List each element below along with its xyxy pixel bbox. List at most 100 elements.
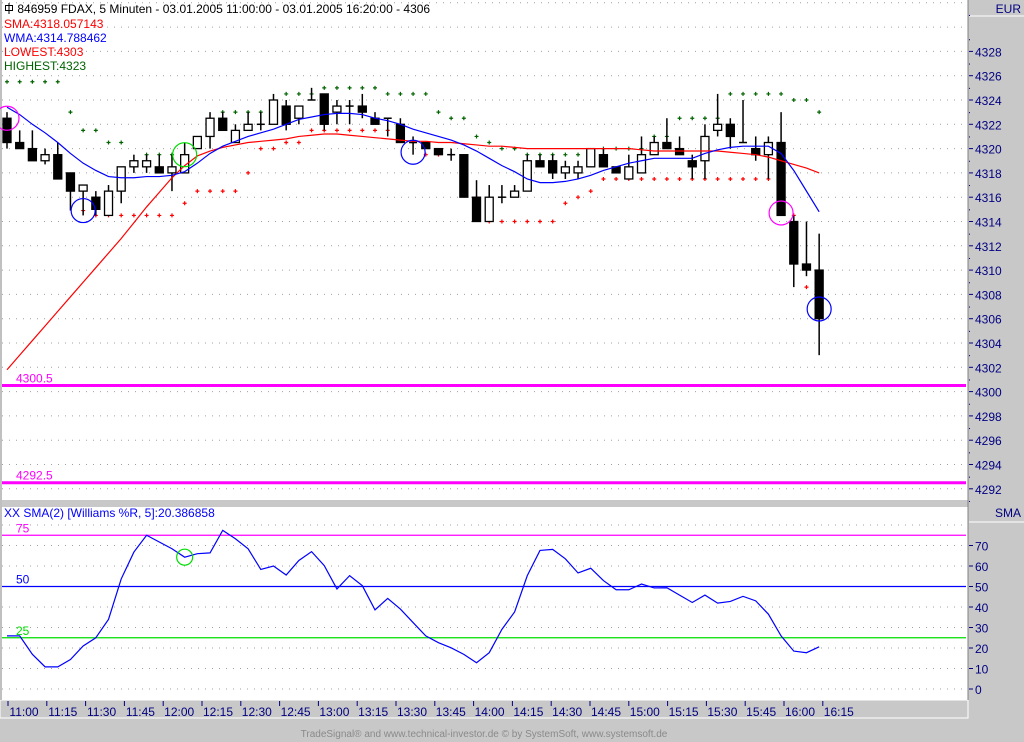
price-panel <box>0 0 968 500</box>
candle-bullish <box>332 105 342 113</box>
candle-bearish <box>357 105 367 113</box>
highest-legend: HIGHEST:4323 <box>4 59 87 73</box>
candle-bullish <box>712 123 723 132</box>
price-tick-label: 4298 <box>975 410 1002 424</box>
candle-bearish <box>789 220 799 265</box>
candle-bearish <box>471 196 482 223</box>
time-tick-label: 14:45 <box>591 705 621 719</box>
price-tick-label: 4306 <box>975 313 1002 327</box>
price-minor-tick <box>969 452 970 454</box>
price-tick-label: 4316 <box>975 191 1002 205</box>
time-tick-label: 11:30 <box>87 705 116 719</box>
candle-bearish <box>433 147 444 156</box>
indicator-level-label: 75 <box>16 521 30 535</box>
time-tick-label: 12:45 <box>281 705 311 719</box>
candle-bearish <box>319 93 329 125</box>
candle-bullish <box>636 154 647 174</box>
price-minor-tick <box>969 136 970 138</box>
candle-bearish <box>801 263 812 271</box>
price-tick-label: 4308 <box>975 288 1002 302</box>
candle-bearish <box>65 172 76 192</box>
indicator-legend: XX SMA(2) [Williams %R, 5]:20.386858 <box>4 506 215 520</box>
candle-bullish <box>484 196 494 223</box>
price-minor-tick <box>969 112 970 114</box>
time-tick-label: 12:00 <box>164 705 194 719</box>
price-minor-tick <box>969 428 970 430</box>
indicator-level-label: 50 <box>16 573 30 587</box>
candle-bearish <box>53 154 63 180</box>
price-minor-tick <box>969 185 970 187</box>
candle-bullish <box>586 147 596 168</box>
price-tick-label: 4294 <box>975 459 1002 473</box>
candle-bearish <box>751 147 761 156</box>
price-minor-tick <box>969 355 970 357</box>
indicator-tick-label: 20 <box>975 642 989 656</box>
price-minor-tick <box>969 39 970 41</box>
price-minor-tick <box>969 500 970 502</box>
time-tick-label: 13:15 <box>358 705 388 719</box>
candle-bullish <box>763 141 774 156</box>
indicator-tick-label: 10 <box>975 663 989 677</box>
indicator-tick-label: 0 <box>975 683 982 697</box>
price-tick-label: 4326 <box>975 70 1002 84</box>
candle-bearish <box>548 160 558 174</box>
crosshair-icon <box>5 3 13 14</box>
price-tick-label: 4328 <box>975 45 1002 59</box>
candle-bullish <box>649 141 659 156</box>
candle-bearish <box>27 147 38 162</box>
price-minor-tick <box>969 476 970 478</box>
time-tick-label: 12:15 <box>203 705 233 719</box>
price-tick-label: 4320 <box>975 143 1002 157</box>
price-minor-tick <box>969 379 970 381</box>
price-level-label: 4292.5 <box>16 469 53 483</box>
candle-bullish <box>243 123 253 132</box>
chart-title-text: 846959 FDAX, 5 Minuten - 03.01.2005 11:0… <box>17 2 431 16</box>
time-tick-label: 15:15 <box>669 705 699 719</box>
candle-bearish <box>814 269 824 320</box>
candle-bearish <box>459 154 469 198</box>
indicator-tick-label: 40 <box>975 601 989 615</box>
price-tick-label: 4310 <box>975 264 1002 278</box>
candle-bullish <box>205 117 215 138</box>
candle-bullish <box>167 166 177 174</box>
price-tick-label: 4318 <box>975 167 1002 181</box>
candle-bearish <box>687 160 697 168</box>
wma-legend: WMA:4314.788462 <box>4 31 107 45</box>
price-tick-label: 4304 <box>975 337 1002 351</box>
time-tick-label: 14:00 <box>475 705 505 719</box>
price-tick-label: 4300 <box>975 386 1002 400</box>
price-minor-tick <box>969 87 970 89</box>
indicator-tick-label: 50 <box>975 581 989 595</box>
candle-bearish <box>725 123 735 138</box>
candle-bearish <box>662 141 672 150</box>
price-minor-tick <box>969 257 970 259</box>
indicator-axis-label: SMA <box>994 506 1021 520</box>
time-tick-label: 11:45 <box>126 705 155 719</box>
time-tick-label: 16:00 <box>785 705 815 719</box>
candle-bullish <box>573 166 583 174</box>
candle-bullish <box>192 135 203 150</box>
time-tick-label: 13:30 <box>397 705 427 719</box>
candle-bearish <box>154 166 164 174</box>
candle-bullish <box>294 105 304 119</box>
price-tick-label: 4322 <box>975 118 1002 132</box>
candle-bearish <box>218 117 228 132</box>
price-tick-label: 4292 <box>975 483 1002 497</box>
price-level-label: 4300.5 <box>16 372 53 386</box>
price-tick-label: 4312 <box>975 240 1002 254</box>
candle-bullish <box>116 166 126 192</box>
time-tick-label: 13:45 <box>436 705 466 719</box>
time-tick-label: 14:30 <box>552 705 582 719</box>
candle-bearish <box>281 105 291 125</box>
candle-bearish <box>674 147 685 156</box>
time-tick-label: 15:30 <box>707 705 737 719</box>
time-tick-label: 16:15 <box>824 705 854 719</box>
price-tick-label: 4314 <box>975 216 1002 230</box>
price-minor-tick <box>969 160 970 162</box>
candle-bullish <box>560 166 571 174</box>
price-tick-label: 4296 <box>975 434 1002 448</box>
candle-bullish <box>40 154 50 162</box>
sma-legend: SMA:4318.057143 <box>4 17 104 31</box>
indicator-tick-label: 60 <box>975 560 989 574</box>
price-minor-tick <box>969 306 970 308</box>
